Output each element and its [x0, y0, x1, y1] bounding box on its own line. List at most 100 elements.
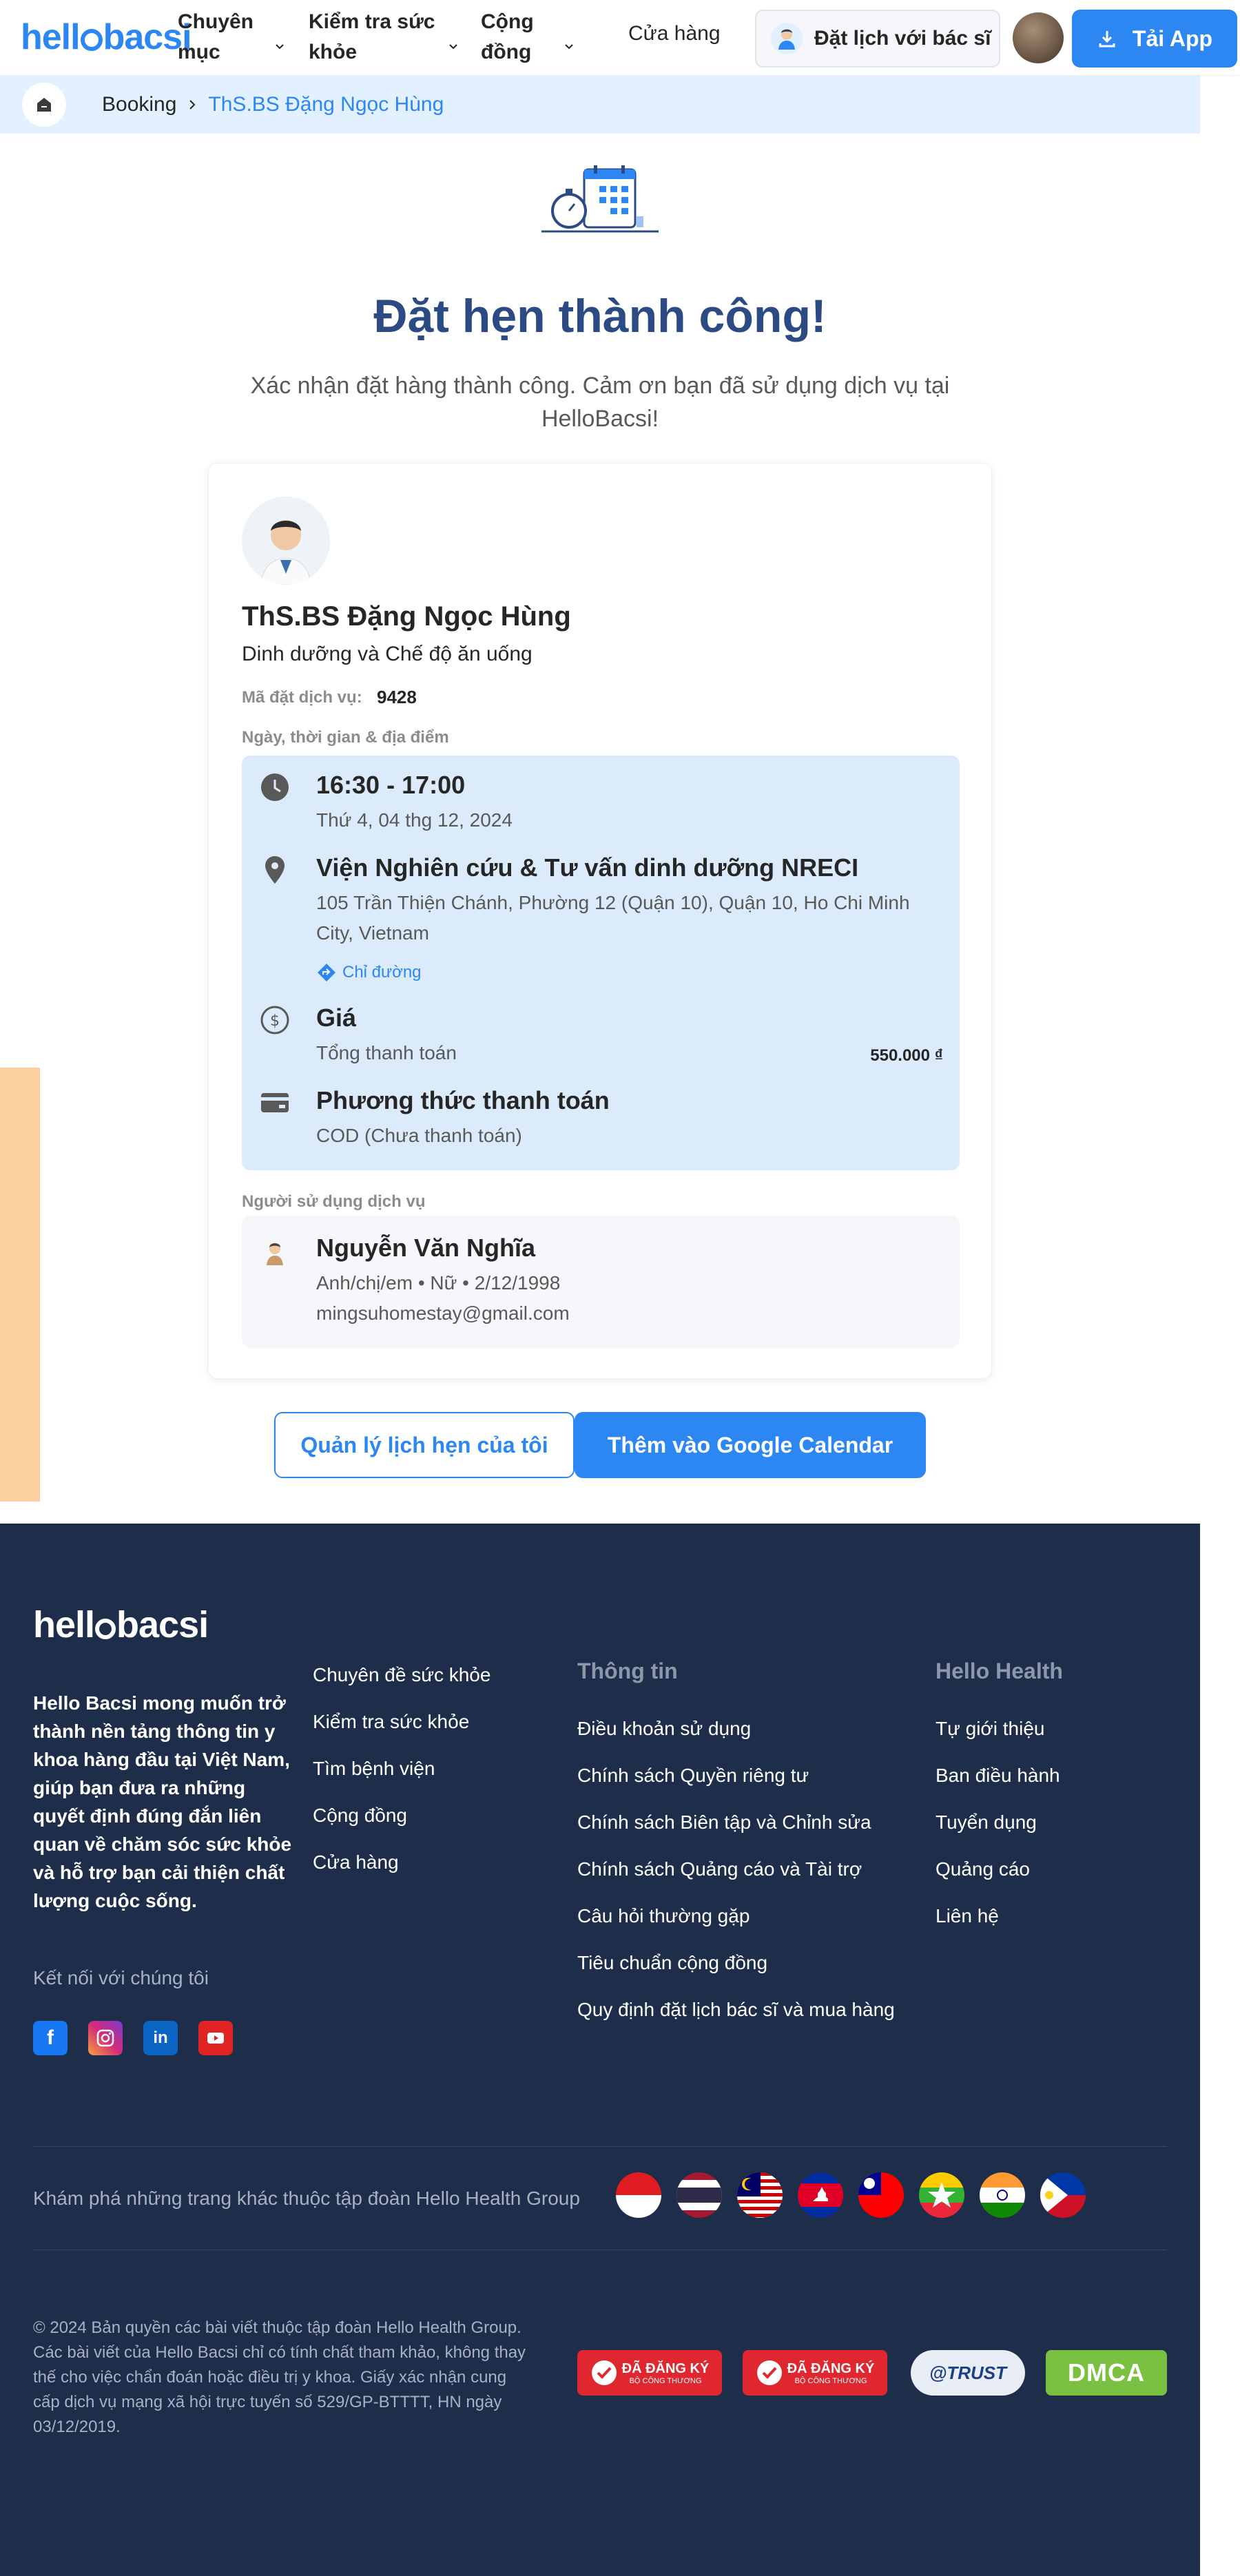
footer-link[interactable]: Chính sách Quảng cáo và Tài trợ [577, 1846, 895, 1893]
instagram-icon[interactable] [88, 2021, 123, 2055]
booking-code-label: Mã đặt dịch vụ: [242, 688, 362, 707]
footer-link[interactable]: Liên hệ [936, 1893, 1063, 1940]
logo-o-ring [95, 1619, 116, 1639]
directions-icon [318, 964, 335, 981]
appointment-time: 16:30 - 17:00 [316, 771, 466, 799]
registered-badge[interactable]: ĐÃ ĐĂNG KÝ BỘ CÔNG THƯƠNG [743, 2350, 887, 2396]
doctor-avatar [242, 497, 330, 585]
footer-col-info: Thông tin Điều khoản sử dụng Chính sách … [577, 1659, 895, 2033]
myanmar-flag-icon[interactable] [919, 2172, 964, 2218]
footer-link[interactable]: Quy định đặt lịch bác sĩ và mua hàng [577, 1986, 895, 2033]
download-icon [1099, 31, 1115, 48]
footer-link[interactable]: Cộng đồng [313, 1792, 490, 1839]
dollar-icon: $ [260, 1006, 289, 1035]
thailand-flag-icon[interactable] [676, 2172, 722, 2218]
india-flag-icon[interactable] [980, 2172, 1025, 2218]
malaysia-flag-icon[interactable] [737, 2172, 783, 2218]
footer-link[interactable]: Điều khoản sử dụng [577, 1705, 895, 1752]
chevron-down-icon [564, 30, 575, 50]
registered-badge[interactable]: ĐÃ ĐĂNG KÝ BỘ CÔNG THƯƠNG [577, 2350, 722, 2396]
footer-col-hello-health: Hello Health Tự giới thiệu Ban điều hành… [936, 1659, 1063, 1940]
place-address-line1: 105 Trần Thiện Chánh, Phường 12 (Quận 10… [316, 892, 910, 913]
user-section-label: Người sử dụng dịch vụ [242, 1192, 426, 1211]
book-doctor-button[interactable]: Đặt lịch với bác sĩ [755, 10, 1000, 67]
price-value: 550.000 ₫ [870, 1046, 943, 1065]
nav-cong-dong[interactable]: Cộng đồng [481, 7, 573, 67]
location-pin-icon [265, 856, 285, 884]
dmca-badge[interactable]: DMCA [1046, 2350, 1167, 2396]
footer-link[interactable]: Tự giới thiệu [936, 1705, 1063, 1752]
home-icon [37, 98, 51, 112]
indonesia-flag-icon[interactable] [616, 2172, 661, 2218]
logo-o-ring [80, 29, 103, 51]
doctor-specialty: Dinh dưỡng và Chế độ ăn uống [242, 643, 533, 665]
footer-link[interactable]: Quảng cáo [936, 1846, 1063, 1893]
schedule-info-box: 16:30 - 17:00 Thứ 4, 04 thg 12, 2024 Việ… [242, 756, 960, 1170]
download-app-button[interactable]: Tải App [1072, 10, 1237, 67]
chevron-right-icon [189, 100, 196, 110]
footer-link[interactable]: Chính sách Biên tập và Chỉnh sửa [577, 1799, 895, 1846]
footer-link[interactable]: Chuyên đề sức khỏe [313, 1652, 490, 1699]
download-app-label: Tải App [1132, 25, 1213, 51]
user-info: Anh/chị/em • Nữ • 2/12/1998 [316, 1272, 561, 1294]
youtube-icon[interactable] [198, 2021, 233, 2055]
site-logo[interactable]: hell bacsi [21, 17, 192, 58]
badge-subtitle: BỘ CÔNG THƯƠNG [794, 2376, 867, 2385]
footer-col-main: Chuyên đề sức khỏe Kiểm tra sức khỏe Tìm… [313, 1652, 490, 1886]
appointment-date: Thứ 4, 04 thg 12, 2024 [316, 809, 513, 831]
philippines-flag-icon[interactable] [1040, 2172, 1086, 2218]
footer-link[interactable]: Tìm bệnh viện [313, 1745, 490, 1792]
site-footer: hell bacsi Hello Bacsi mong muốn trở thàn… [0, 1524, 1200, 2576]
taiwan-flag-icon[interactable] [858, 2172, 904, 2218]
nav-shop[interactable]: Cửa hàng [628, 22, 721, 45]
footer-link[interactable]: Chính sách Quyền riêng tư [577, 1752, 895, 1799]
place-address-line2: City, Vietnam [316, 922, 429, 944]
nav-chuyen-muc[interactable]: Chuyên mục [178, 7, 284, 67]
price-label: Tổng thanh toán [316, 1042, 457, 1063]
footer-link[interactable]: Tuyển dụng [936, 1799, 1063, 1846]
footer-logo[interactable]: hell bacsi [33, 1603, 209, 1646]
breadcrumb-current: ThS.BS Đặng Ngọc Hùng [208, 93, 444, 116]
svg-text:$: $ [270, 1012, 280, 1030]
booking-card: ThS.BS Đặng Ngọc Hùng Dinh dưỡng và Chế … [208, 463, 992, 1379]
manage-appointments-button[interactable]: Quản lý lịch hẹn của tôi [274, 1412, 575, 1478]
footer-explore-label: Khám phá những trang khác thuộc tập đoàn… [33, 2188, 580, 2209]
add-google-calendar-button[interactable]: Thêm vào Google Calendar [575, 1412, 926, 1478]
booking-code-value: 9428 [377, 687, 417, 707]
nav-kiem-tra-suc-khoe[interactable]: Kiểm tra sức khỏe [309, 7, 457, 67]
checkmark-icon [756, 2360, 782, 2385]
user-avatar[interactable] [1013, 12, 1064, 63]
schedule-section-label: Ngày, thời gian & địa điểm [242, 728, 449, 747]
footer-col-title: Hello Health [936, 1659, 1063, 1683]
site-header: hell bacsi Chuyên mục Kiểm tra sức khỏe Cộn… [0, 0, 1240, 76]
checkmark-icon [591, 2360, 617, 2385]
page-title: Đặt hẹn thành công! [373, 290, 827, 342]
footer-divider [33, 2146, 1167, 2147]
footer-link[interactable]: Tiêu chuẩn cộng đồng [577, 1940, 895, 1986]
breadcrumb-booking[interactable]: Booking [102, 93, 176, 116]
footer-link[interactable]: Kiểm tra sức khỏe [313, 1699, 490, 1745]
calendar-stopwatch-illustration [541, 165, 659, 233]
price-title: Giá [316, 1004, 357, 1032]
breadcrumb: Booking ThS.BS Đặng Ngọc Hùng [0, 76, 1200, 134]
payment-method: COD (Chưa thanh toán) [316, 1125, 522, 1146]
page-subtitle: Xác nhận đặt hàng thành công. Cảm ơn bạn… [250, 373, 950, 432]
home-button[interactable] [22, 83, 66, 127]
footer-about: Hello Bacsi mong muốn trở thành nền tảng… [33, 1692, 292, 1911]
footer-link[interactable]: Ban điều hành [936, 1752, 1063, 1799]
facebook-icon[interactable]: f [33, 2021, 68, 2055]
doctor-name[interactable]: ThS.BS Đặng Ngọc Hùng [242, 601, 571, 632]
directions-link[interactable]: Chỉ đường [316, 962, 422, 983]
linkedin-icon[interactable]: in [143, 2021, 178, 2055]
chevron-down-icon [448, 30, 459, 50]
chevron-down-icon [274, 30, 285, 50]
footer-connect-label: Kết nối với chúng tôi [33, 1967, 209, 1988]
trust-badge[interactable]: @TRUST [911, 2350, 1025, 2396]
cambodia-flag-icon[interactable] [798, 2172, 843, 2218]
footer-link[interactable]: Câu hỏi thường gặp [577, 1893, 895, 1940]
badge-title: ĐÃ ĐĂNG KÝ [787, 2360, 875, 2376]
badge-subtitle: BỘ CÔNG THƯƠNG [629, 2376, 702, 2385]
badge-title: ĐÃ ĐĂNG KÝ [621, 2360, 710, 2376]
side-feedback-tab[interactable] [0, 1068, 40, 1502]
footer-link[interactable]: Cửa hàng [313, 1839, 490, 1886]
